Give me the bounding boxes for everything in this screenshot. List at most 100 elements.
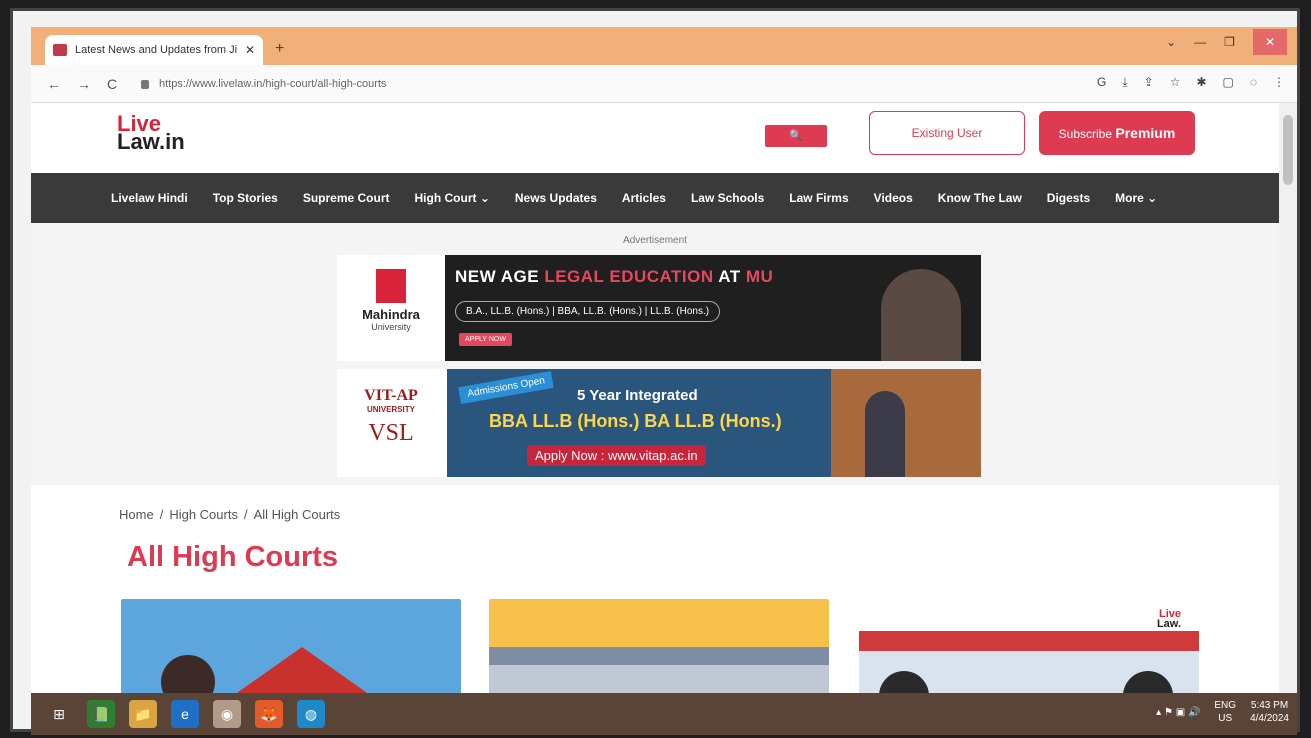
vitap-sub: UNIVERSITY xyxy=(366,405,415,414)
vitap-programs: BBA LL.B (Hons.) BA LL.B (Hons.) xyxy=(489,411,782,431)
breadcrumb-separator: / xyxy=(159,507,164,522)
internet-explorer-icon[interactable]: e xyxy=(171,700,199,728)
livelaw-logo[interactable]: Live Law.in xyxy=(117,113,185,154)
vitap-brand: VIT-AP xyxy=(364,387,418,404)
nav-high-court[interactable]: High Court ⌄ xyxy=(415,191,490,205)
nav-law-schools[interactable]: Law Schools xyxy=(691,191,764,205)
file-explorer-icon[interactable]: 📁 xyxy=(129,700,157,728)
breadcrumb-high-courts[interactable]: High Courts xyxy=(169,507,238,522)
nav-articles[interactable]: Articles xyxy=(622,191,666,205)
headline-part-a: NEW AGE xyxy=(455,267,540,286)
browser-tab[interactable]: Latest News and Updates from Ji ✕ xyxy=(45,35,263,65)
clock[interactable]: 5:43 PM 4/4/2024 xyxy=(1250,699,1289,725)
profile-avatar-icon[interactable]: ◌ xyxy=(1250,75,1257,90)
forward-button[interactable]: → xyxy=(77,76,91,92)
lock-icon xyxy=(141,79,149,89)
screen: Latest News and Updates from Ji ✕ + ⌄ — … xyxy=(31,27,1297,735)
existing-user-button[interactable]: Existing User xyxy=(869,111,1025,155)
side-panel-icon[interactable]: ▢ xyxy=(1223,75,1234,90)
ad-person-image xyxy=(865,391,905,477)
vitap-ad-banner[interactable]: VIT-AP UNIVERSITY VSL Admissions Open 5 … xyxy=(337,369,981,477)
favicon-icon xyxy=(53,44,67,56)
courtroom-image xyxy=(831,369,981,477)
mahindra-apply-button[interactable]: APPLY NOW xyxy=(459,333,512,346)
chrome-app-icon[interactable]: ◉ xyxy=(213,700,241,728)
breadcrumb: Home / High Courts / All High Courts xyxy=(119,507,340,522)
search-button[interactable]: 🔍 xyxy=(765,125,827,147)
google-icon[interactable]: G xyxy=(1097,75,1106,90)
vsl-brand: VSL xyxy=(368,420,414,446)
tab-title: Latest News and Updates from Ji xyxy=(75,44,238,56)
windows-start-icon[interactable]: ⊞ xyxy=(45,700,73,728)
vitap-apply-button[interactable]: Apply Now : www.vitap.ac.in xyxy=(527,445,706,466)
search-icon: 🔍 xyxy=(789,130,803,142)
url-field[interactable]: https://www.livelaw.in/high-court/all-hi… xyxy=(141,73,386,95)
browser-tab-strip: Latest News and Updates from Ji ✕ + ⌄ — … xyxy=(31,27,1297,65)
system-tray: ▴ ⚑ ▣ 🔊 ENG US 5:43 PM 4/4/2024 xyxy=(1156,699,1289,725)
livelaw-watermark: Live Law. xyxy=(1156,609,1181,630)
news-card-image[interactable]: Live Law. xyxy=(859,599,1199,699)
address-bar-row: ← → C https://www.livelaw.in/high-court/… xyxy=(31,65,1297,103)
nav-news-updates[interactable]: News Updates xyxy=(515,191,597,205)
edge-app-icon[interactable]: ◍ xyxy=(297,700,325,728)
nav-know-the-law[interactable]: Know The Law xyxy=(938,191,1022,205)
admissions-badge: Admissions Open xyxy=(458,370,555,405)
tray-icons[interactable]: ▴ ⚑ ▣ 🔊 xyxy=(1156,707,1200,718)
subscribe-premium-button[interactable]: Subscribe Premium xyxy=(1039,111,1195,155)
nav-livelaw-hindi[interactable]: Livelaw Hindi xyxy=(111,191,188,205)
close-window-button[interactable]: ✕ xyxy=(1252,29,1287,55)
scrollbar-thumb[interactable] xyxy=(1283,115,1293,185)
excel-app-icon[interactable]: 📗 xyxy=(87,700,115,728)
nav-digests[interactable]: Digests xyxy=(1047,191,1090,205)
nav-supreme-court[interactable]: Supreme Court xyxy=(303,191,390,205)
url-text: https://www.livelaw.in/high-court/all-hi… xyxy=(159,78,387,90)
court-building-roof xyxy=(859,631,1199,651)
vitap-logo: VIT-AP UNIVERSITY VSL xyxy=(337,369,445,477)
watermark-line-2: Law. xyxy=(1156,618,1181,630)
language-indicator[interactable]: ENG US xyxy=(1214,699,1236,725)
minimize-button[interactable]: — xyxy=(1194,35,1206,49)
install-icon[interactable]: ⤓ xyxy=(1122,75,1127,90)
breadcrumb-separator: / xyxy=(243,507,248,522)
headline-part-b: LEGAL EDUCATION xyxy=(544,267,714,286)
back-button[interactable]: ← xyxy=(47,76,61,92)
premium-label: Premium xyxy=(1115,125,1176,141)
vitap-ad-content: Admissions Open 5 Year Integrated BBA LL… xyxy=(447,369,831,477)
page-title: All High Courts xyxy=(127,541,339,573)
page-scrollbar[interactable] xyxy=(1279,103,1297,693)
mahindra-headline: NEW AGE LEGAL EDUCATION AT MU xyxy=(455,267,773,287)
advertisement-zone: Advertisement Mahindra University NEW AG… xyxy=(31,223,1279,485)
clock-time: 5:43 PM xyxy=(1250,700,1289,711)
subscribe-label: Subscribe xyxy=(1058,127,1113,141)
breadcrumb-home[interactable]: Home xyxy=(119,507,154,522)
tab-search-icon[interactable]: ⌄ xyxy=(1166,35,1176,49)
mahindra-brand: Mahindra xyxy=(362,307,420,322)
main-navigation: Livelaw Hindi Top Stories Supreme Court … xyxy=(31,173,1279,223)
court-building-image xyxy=(489,647,829,665)
mahindra-courses: B.A., LL.B. (Hons.) | BBA, LL.B. (Hons.)… xyxy=(455,301,721,322)
bookmark-star-icon[interactable]: ☆ xyxy=(1170,75,1181,90)
logo-line-2: Law.in xyxy=(117,129,185,154)
court-building-image xyxy=(217,647,387,699)
windows-taskbar: ⊞ 📗 📁 e ◉ 🦊 ◍ ▴ ⚑ ▣ 🔊 ENG US 5:43 PM 4/4… xyxy=(31,693,1297,735)
monitor-bezel: Latest News and Updates from Ji ✕ + ⌄ — … xyxy=(10,8,1300,735)
browser-menu-icon[interactable]: ⋮ xyxy=(1273,75,1285,90)
lang-region: US xyxy=(1218,713,1233,724)
firefox-app-icon[interactable]: 🦊 xyxy=(255,700,283,728)
share-icon[interactable]: ⇪ xyxy=(1144,75,1154,90)
nav-top-stories[interactable]: Top Stories xyxy=(213,191,278,205)
extensions-puzzle-icon[interactable]: ✱ xyxy=(1196,75,1206,90)
breadcrumb-current: All High Courts xyxy=(253,507,341,522)
window-controls: ⌄ — ❐ ✕ xyxy=(1166,27,1297,57)
reload-button[interactable]: C xyxy=(107,76,117,92)
maximize-button[interactable]: ❐ xyxy=(1224,35,1235,49)
nav-more[interactable]: More ⌄ xyxy=(1115,191,1157,205)
news-card-image[interactable] xyxy=(489,599,829,699)
nav-law-firms[interactable]: Law Firms xyxy=(789,191,848,205)
close-tab-icon[interactable]: ✕ xyxy=(245,43,255,57)
news-card-image[interactable] xyxy=(121,599,461,699)
nav-videos[interactable]: Videos xyxy=(874,191,913,205)
clock-date: 4/4/2024 xyxy=(1250,713,1289,724)
new-tab-button[interactable]: + xyxy=(275,40,284,58)
mahindra-ad-banner[interactable]: Mahindra University NEW AGE LEGAL EDUCAT… xyxy=(337,255,981,361)
